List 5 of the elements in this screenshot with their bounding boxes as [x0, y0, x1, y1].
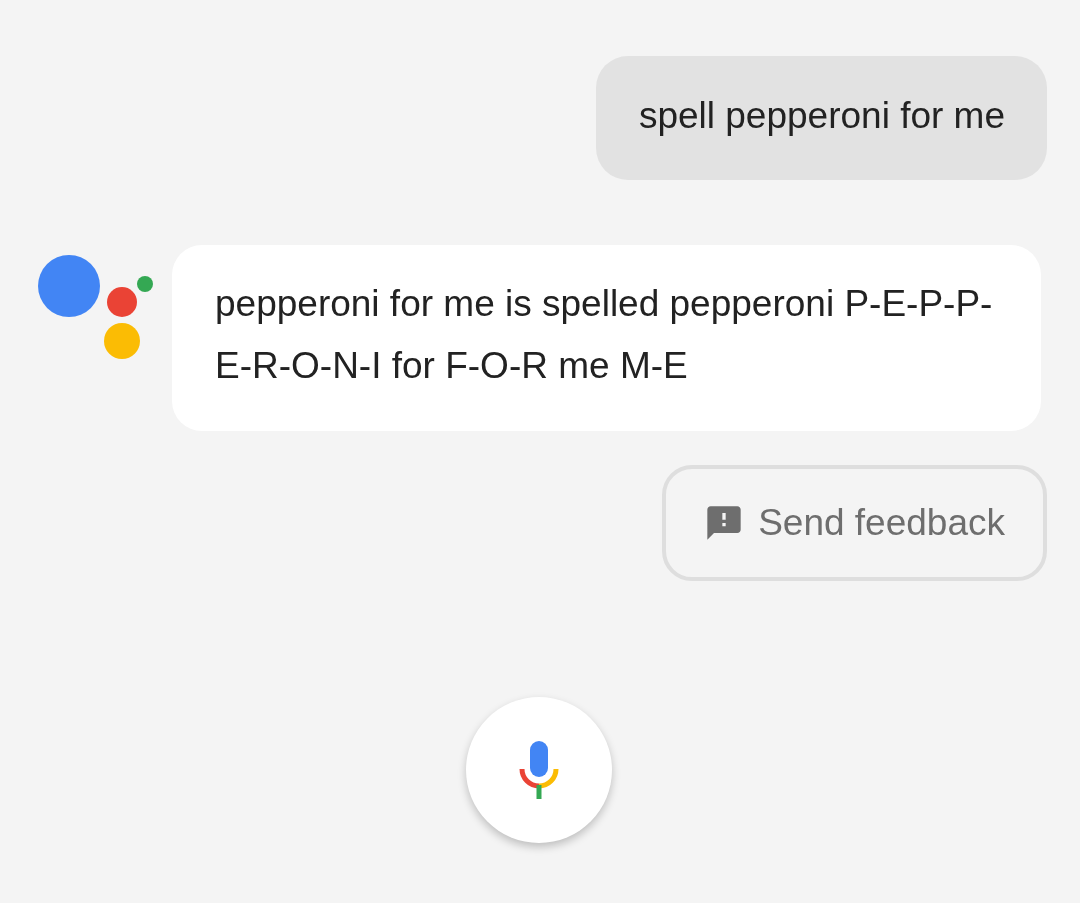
assistant-logo-icon: [38, 255, 156, 361]
assistant-message: pepperoni for me is spelled pepperoni P-E-P-P-E-R-O-N-I for F-O-R me M-E: [172, 245, 1041, 431]
microphone-icon: [519, 741, 559, 799]
send-feedback-button[interactable]: Send feedback: [662, 465, 1047, 581]
user-message: spell pepperoni for me: [595, 56, 1047, 180]
